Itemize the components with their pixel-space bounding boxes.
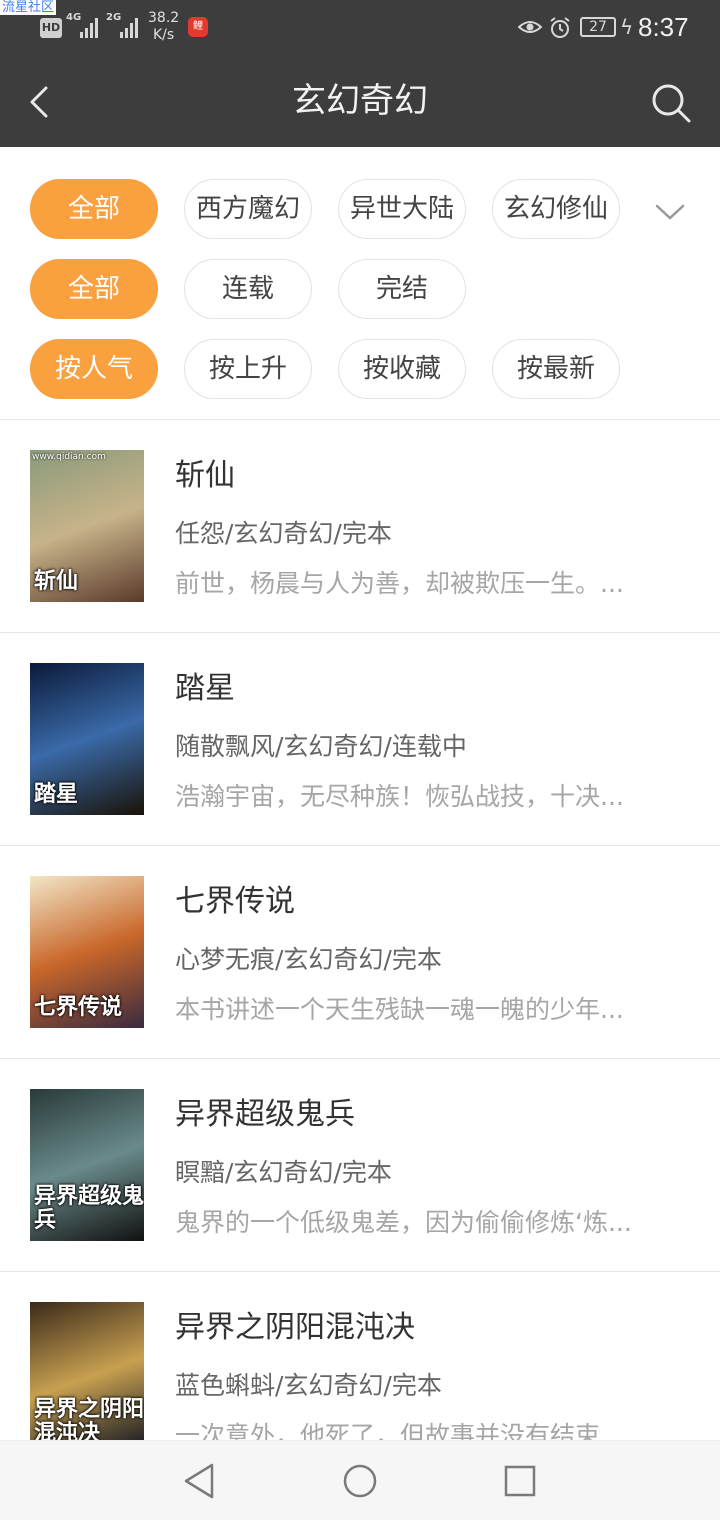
cover-title-text: 踏星 [34, 782, 79, 807]
book-cover-image[interactable]: 踏星 [30, 663, 144, 815]
book-description: 浩瀚宇宙，无尽种族！恢弘战技，十决... [175, 782, 624, 811]
book-description: 鬼界的一个低级鬼差，因为偷偷修炼‘炼... [175, 1208, 632, 1237]
book-list-item[interactable]: www.qidian.com 斩仙 斩仙 任怨/玄幻奇幻/完本 前世，杨晨与人为善，却被… [0, 420, 720, 633]
book-cover-image[interactable]: 异界超级鬼兵 [30, 1089, 144, 1241]
sort-chip-popularity[interactable]: 按人气 [30, 339, 158, 399]
category-chip-western-fantasy[interactable]: 西方魔幻 [184, 179, 312, 239]
category-chip-other-world[interactable]: 异世大陆 [338, 179, 466, 239]
book-meta: 心梦无痕/玄幻奇幻/完本 [175, 945, 442, 974]
page-title: 玄幻奇幻 [292, 81, 428, 121]
back-arrow-icon[interactable] [22, 80, 62, 124]
header: 玄幻奇幻 [0, 56, 720, 147]
search-icon[interactable] [648, 80, 694, 126]
network-speed-value: 38.2 [148, 10, 180, 26]
network-speed: 38.2 K/s [148, 10, 179, 44]
book-cover-image[interactable]: www.qidian.com 斩仙 [30, 450, 144, 602]
book-list-item[interactable]: 异界超级鬼兵 异界超级鬼兵 瞑黯/玄幻奇幻/完本 鬼界的一个低级鬼差，因为偷偷修炼‘炼… [0, 1059, 720, 1272]
watermark-label: 流星社区 [0, 0, 57, 15]
cover-url-text: www.qidian.com [32, 452, 106, 462]
book-list-item[interactable]: 踏星 踏星 随散飘风/玄幻奇幻/连载中 浩瀚宇宙，无尽种族！恢弘战技，十决... [0, 633, 720, 846]
category-chip-all[interactable]: 全部 [30, 179, 158, 239]
book-description: 前世，杨晨与人为善，却被欺压一生。... [175, 569, 624, 598]
app-bar: 流星社区 HD 4G 2G 38.2 K/s 鲤 27 ϟ 8:37 玄幻奇幻 [0, 0, 720, 147]
nav-home-icon[interactable] [340, 1461, 380, 1501]
status-chip-completed[interactable]: 完结 [338, 259, 466, 319]
network-type-label: 2G [106, 12, 122, 23]
book-title: 踏星 [175, 671, 235, 706]
hd-icon: HD [40, 18, 62, 38]
book-title: 斩仙 [175, 458, 235, 493]
book-cover-image[interactable]: 异界之阴阳混沌决 [30, 1302, 144, 1454]
cover-title-text: 异界之阴阳混沌决 [34, 1397, 144, 1446]
cover-title-text: 异界超级鬼兵 [34, 1184, 144, 1233]
cover-title-text: 斩仙 [34, 569, 79, 594]
chevron-down-icon[interactable] [654, 202, 686, 222]
battery-icon: 27 [580, 17, 616, 37]
network-type-label: 4G [66, 12, 82, 23]
network-speed-unit: K/s [152, 27, 175, 43]
book-cover-image[interactable]: 七界传说 [30, 876, 144, 1028]
nav-back-icon[interactable] [180, 1461, 220, 1501]
signal-icon: 4G [66, 12, 98, 38]
sort-chip-favorites[interactable]: 按收藏 [338, 339, 466, 399]
book-meta: 蓝色蝌蚪/玄幻奇幻/完本 [175, 1371, 442, 1400]
book-title: 七界传说 [175, 884, 295, 919]
app-notification-icon: 鲤 [188, 17, 208, 37]
filter-panel: 全部 西方魔幻 异世大陆 玄幻修仙 全部 连载 完结 按人气 按上升 按收藏 按… [0, 147, 720, 420]
sort-chip-newest[interactable]: 按最新 [492, 339, 620, 399]
status-filter-row: 全部 连载 完结 [30, 259, 466, 319]
status-bar: 流星社区 HD 4G 2G 38.2 K/s 鲤 27 ϟ 8:37 [0, 0, 720, 56]
book-description: 本书讲述一个天生残缺一魂一魄的少年... [175, 995, 624, 1024]
charging-icon: ϟ [620, 15, 634, 39]
sort-chip-rising[interactable]: 按上升 [184, 339, 312, 399]
book-list: www.qidian.com 斩仙 斩仙 任怨/玄幻奇幻/完本 前世，杨晨与人为善，却被… [0, 420, 720, 1485]
sort-filter-row: 按人气 按上升 按收藏 按最新 [30, 339, 620, 399]
status-chip-all[interactable]: 全部 [30, 259, 158, 319]
category-chip-xianxia[interactable]: 玄幻修仙 [492, 179, 620, 239]
category-filter-row: 全部 西方魔幻 异世大陆 玄幻修仙 [30, 179, 620, 239]
book-meta: 随散飘风/玄幻奇幻/连载中 [175, 732, 467, 761]
system-nav-bar [0, 1440, 720, 1520]
cover-title-text: 七界传说 [34, 995, 123, 1020]
signal-icon: 2G [106, 12, 138, 38]
book-meta: 任怨/玄幻奇幻/完本 [175, 519, 392, 548]
alarm-icon [550, 17, 570, 38]
book-title: 异界超级鬼兵 [175, 1097, 355, 1132]
status-chip-serializing[interactable]: 连载 [184, 259, 312, 319]
nav-recents-icon[interactable] [500, 1461, 540, 1501]
book-title: 异界之阴阳混沌决 [175, 1310, 415, 1345]
book-list-item[interactable]: 七界传说 七界传说 心梦无痕/玄幻奇幻/完本 本书讲述一个天生残缺一魂一魄的少年... [0, 846, 720, 1059]
clock: 8:37 [638, 12, 689, 42]
eye-comfort-icon [518, 21, 542, 33]
book-meta: 瞑黯/玄幻奇幻/完本 [175, 1158, 392, 1187]
